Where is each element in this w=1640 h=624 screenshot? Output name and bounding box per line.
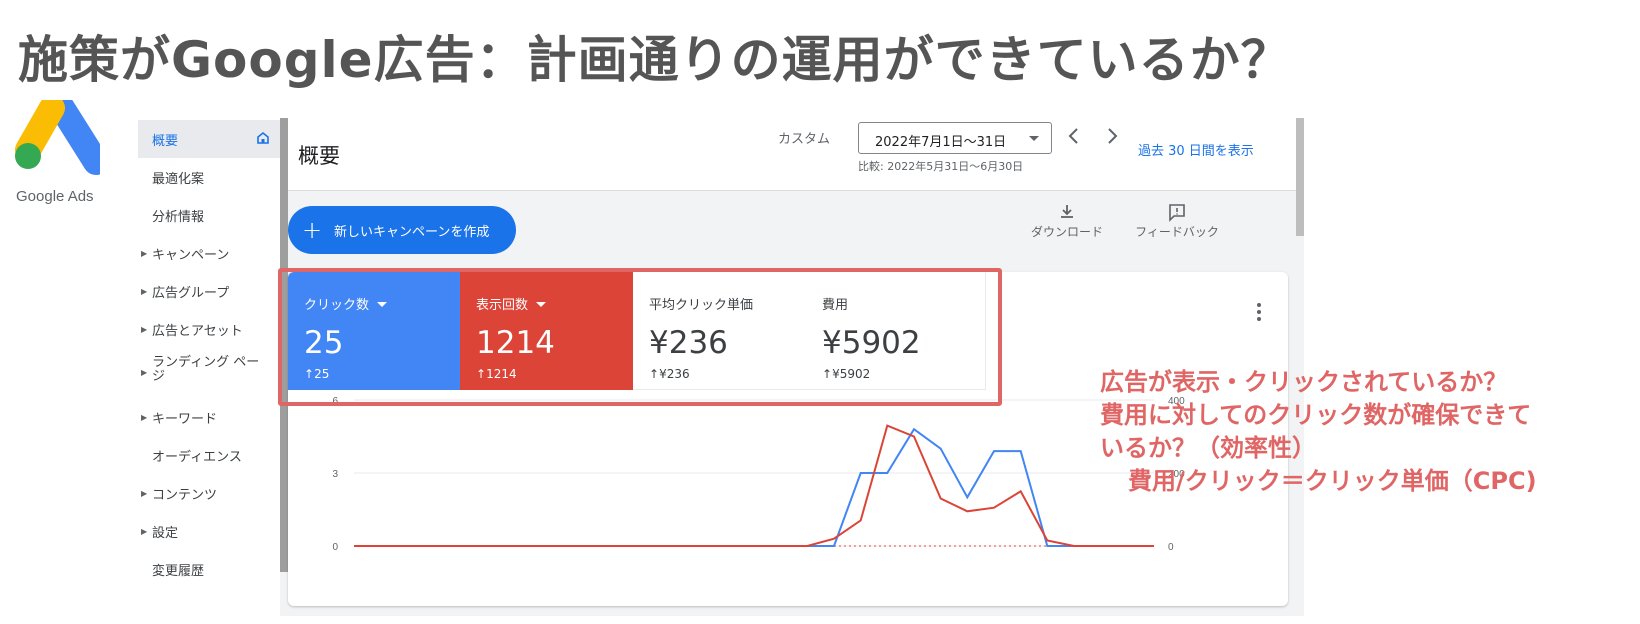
sidebar-item-overview[interactable]: 概要 [138,120,280,158]
download-button[interactable]: ダウンロード [1024,202,1110,239]
impressions-series-line [354,424,1154,547]
caret-right-icon: ▶ [141,527,148,536]
annotation-line: いるか？（効率性） [1100,434,1316,462]
caret-right-icon: ▶ [141,413,148,422]
sidebar-item-recommendations[interactable]: 最適化案 [138,158,280,196]
caret-right-icon: ▶ [141,287,148,296]
new-campaign-button[interactable]: + 新しいキャンペーンを作成 [288,206,516,254]
caret-right-icon: ▶ [141,368,148,377]
new-campaign-label: 新しいキャンペーンを作成 [334,224,490,240]
sidebar-item-label: 最適化案 [152,171,205,187]
sidebar-item-settings[interactable]: ▶ 設定 [138,512,280,550]
custom-label: カスタム [778,132,831,147]
sidebar-item-label: コンテンツ [152,487,218,503]
sidebar-item-label: 変更履歴 [152,563,205,579]
sidebar-item-change-history[interactable]: 変更履歴 [138,550,280,588]
metrics-highlight-box [278,268,1002,406]
plus-icon: + [302,216,323,244]
sidebar-item-label: ランディング ページ [152,355,260,384]
more-vert-icon[interactable] [1256,302,1262,322]
left-axis-tick-label: 0 [332,542,338,553]
caret-right-icon: ▶ [141,249,148,258]
slide-title: 施策がGoogle広告：計画通りの運用ができているか？ [18,31,1292,89]
feedback-icon [1169,204,1185,222]
sidebar-item-label: 広告とアセット [152,323,243,339]
download-icon [1061,205,1073,218]
caret-right-icon: ▶ [141,325,148,334]
date-range-value: 2022年7月1日〜31日 [875,135,1007,150]
feedback-label: フィードバック [1135,225,1219,239]
feedback-button[interactable]: フィードバック [1132,202,1222,239]
home-icon [257,131,269,144]
chevron-left-icon[interactable] [1062,124,1086,148]
sidebar-item-ads-assets[interactable]: ▶ 広告とアセット [138,310,280,348]
annotation-line: 広告が表示・クリックされているか？ [1100,368,1508,396]
sidebar-item-label: キャンペーン [152,247,230,263]
chevron-down-icon [1029,136,1039,141]
date-range-select[interactable]: 2022年7月1日〜31日 [858,122,1052,154]
sidebar-item-content[interactable]: ▶ コンテンツ [138,474,280,512]
annotation-line: 費用/クリック＝クリック単価（CPC) [1128,467,1537,495]
left-axis-tick-label: 3 [332,469,338,480]
sidebar-item-audiences[interactable]: オーディエンス [138,436,280,474]
annotation: 広告が表示・クリックされているか？ 費用に対してのクリック数が確保できて いるか… [1100,366,1620,498]
sidebar-item-label: キーワード [152,411,218,427]
sidebar-item-label: 分析情報 [152,209,205,225]
right-axis-tick-label: 0 [1168,542,1174,553]
last-30-days-link[interactable]: 過去 30 日間を表示 [1138,140,1254,159]
download-label: ダウンロード [1030,225,1103,239]
sidebar-item-landing-pages[interactable]: ▶ ランディング ページ [138,348,280,392]
logo-text: Google Ads [16,188,94,205]
sidebar: 概要 最適化案 分析情報 ▶ キャンペーン ▶ 広告グループ ▶ 広告とアセット ▶ ラ… [138,118,280,616]
compare-text: 比較: 2022年5月31日〜6月30日 [858,160,1024,173]
page-title: 概要 [298,144,340,168]
sidebar-item-label: オーディエンス [152,449,242,465]
chevron-right-icon[interactable] [1100,124,1124,148]
sidebar-item-label: 設定 [152,525,179,541]
google-ads-logo [15,100,100,175]
sidebar-item-ad-groups[interactable]: ▶ 広告グループ [138,272,280,310]
sidebar-item-label: 概要 [152,133,179,149]
sidebar-item-campaigns[interactable]: ▶ キャンペーン [138,234,280,272]
page-scrollbar[interactable] [1296,118,1304,236]
caret-right-icon: ▶ [141,489,148,498]
sidebar-item-insights[interactable]: 分析情報 [138,196,280,234]
clicks-series-line [354,427,1154,547]
annotation-line: 費用に対してのクリック数が確保できて [1100,401,1532,429]
sidebar-item-keywords[interactable]: ▶ キーワード [138,398,280,436]
sidebar-item-label: 広告グループ [152,285,230,301]
